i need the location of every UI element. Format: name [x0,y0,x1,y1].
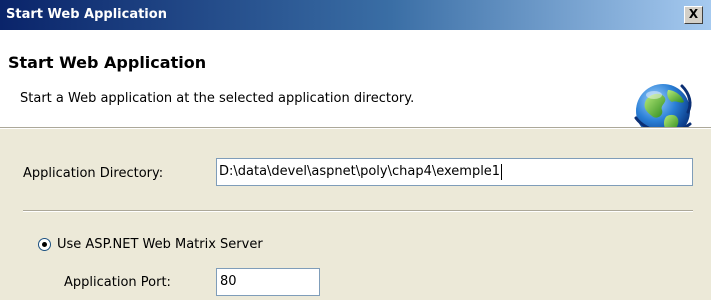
close-button[interactable]: X [684,6,703,24]
port-input[interactable]: 80 [216,268,320,296]
directory-label: Application Directory: [23,166,164,181]
dialog-header: Start Web Application Start a Web applic… [0,30,711,138]
directory-input-value: D:\data\devel\aspnet\poly\chap4\exemple1 [219,164,501,179]
radio-selected-dot [42,242,47,247]
title-bar: Start Web Application X [0,0,711,30]
web-matrix-server-label[interactable]: Use ASP.NET Web Matrix Server [57,237,263,252]
text-caret [501,163,503,180]
header-subtitle: Start a Web application at the selected … [20,91,415,106]
window-title: Start Web Application [6,7,167,22]
header-title: Start Web Application [8,53,207,72]
port-label: Application Port: [64,275,171,290]
section-divider [23,210,693,212]
directory-input[interactable]: D:\data\devel\aspnet\poly\chap4\exemple1 [216,158,693,186]
web-matrix-server-radio[interactable] [38,238,51,251]
